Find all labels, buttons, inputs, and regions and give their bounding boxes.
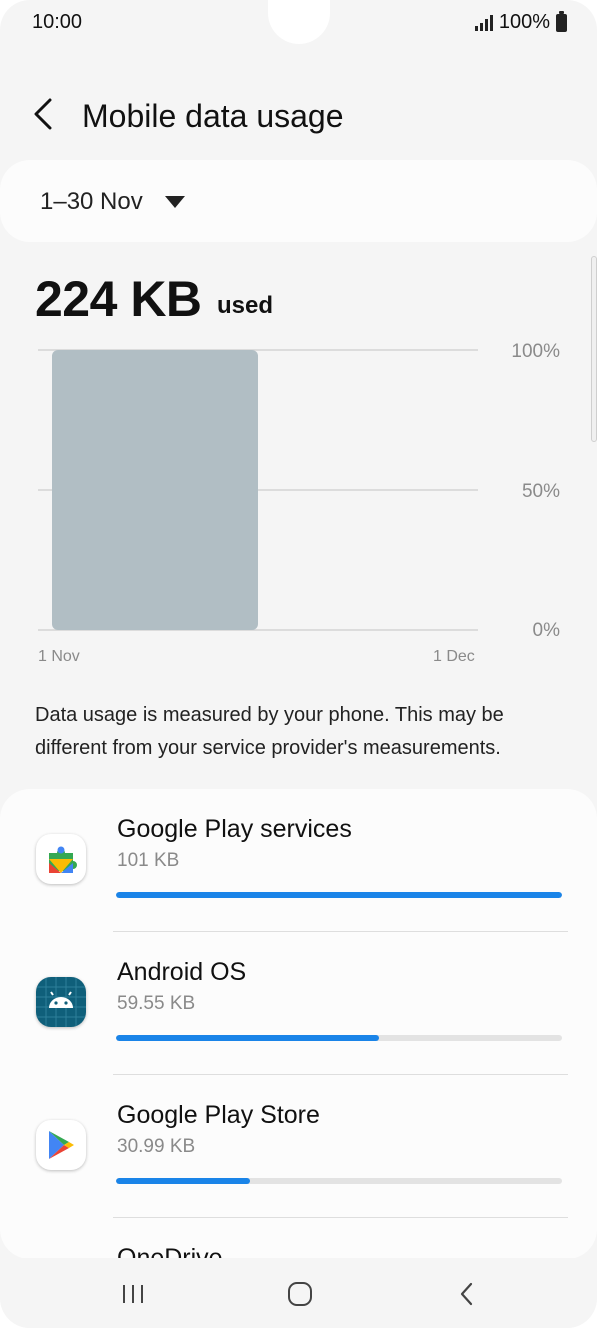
nav-back-icon bbox=[460, 1282, 473, 1306]
nav-back-button[interactable] bbox=[437, 1278, 497, 1310]
usage-progress-bar bbox=[116, 1178, 562, 1184]
y-tick-label: 100% bbox=[511, 341, 560, 362]
usage-unit-label: used bbox=[217, 292, 274, 319]
back-button[interactable] bbox=[28, 94, 64, 134]
signal-icon bbox=[474, 14, 493, 31]
x-tick-label: 1 Dec bbox=[433, 648, 475, 665]
list-item[interactable]: Google Play Store 30.99 KB bbox=[0, 1075, 597, 1218]
app-size: 59.55 KB bbox=[117, 993, 196, 1014]
page-title: Mobile data usage bbox=[82, 98, 344, 134]
y-tick-label: 0% bbox=[532, 620, 560, 641]
app-usage-list: Google Play services 101 KB Android OS 5… bbox=[0, 789, 597, 1259]
usage-progress-fill bbox=[116, 1178, 250, 1184]
x-tick-label: 1 Nov bbox=[38, 648, 80, 665]
battery-percent: 100% bbox=[498, 11, 550, 33]
usage-progress-bar bbox=[116, 1035, 562, 1041]
recents-button[interactable] bbox=[103, 1278, 163, 1310]
y-tick-label: 50% bbox=[521, 481, 560, 502]
status-bar: 10:00 100% bbox=[0, 0, 597, 46]
phone-screen: 10:00 100% Mobile data usage 1–30 Nov 22… bbox=[0, 0, 597, 1328]
disclaimer-text: Data usage is measured by your phone. Th… bbox=[35, 704, 504, 759]
recents-icon bbox=[123, 1285, 143, 1303]
chart-bar bbox=[52, 350, 258, 630]
google-play-services-icon bbox=[36, 834, 86, 884]
app-name: OneDrive bbox=[117, 1244, 223, 1259]
usage-progress-bar bbox=[116, 892, 562, 898]
app-name: Android OS bbox=[117, 958, 247, 986]
app-name: Google Play services bbox=[117, 815, 352, 843]
home-icon bbox=[288, 1282, 312, 1306]
battery-icon bbox=[556, 10, 567, 32]
home-button[interactable] bbox=[270, 1278, 330, 1310]
app-size: 101 KB bbox=[117, 850, 180, 871]
usage-chart: 100% 50% 0% 1 Nov 1 Dec bbox=[0, 330, 597, 680]
status-time: 10:00 bbox=[32, 11, 83, 33]
usage-amount: 224 KB bbox=[35, 271, 202, 327]
list-item[interactable]: Android OS 59.55 KB bbox=[0, 932, 597, 1075]
period-selector[interactable]: 1–30 Nov bbox=[0, 160, 597, 242]
usage-progress-fill bbox=[116, 892, 562, 898]
camera-notch bbox=[268, 0, 330, 44]
usage-progress-fill bbox=[116, 1035, 380, 1041]
navigation-bar bbox=[0, 1258, 597, 1328]
caret-down-icon bbox=[165, 196, 185, 208]
google-play-store-icon bbox=[36, 1120, 86, 1170]
android-os-icon bbox=[36, 977, 86, 1027]
list-item[interactable]: OneDrive bbox=[0, 1218, 597, 1259]
status-indicators: 100% bbox=[474, 10, 567, 34]
app-name: Google Play Store bbox=[117, 1101, 320, 1129]
back-arrow-icon bbox=[34, 98, 52, 130]
period-label: 1–30 Nov bbox=[40, 188, 143, 215]
app-header: Mobile data usage bbox=[0, 86, 597, 146]
list-item[interactable]: Google Play services 101 KB bbox=[0, 789, 597, 932]
app-size: 30.99 KB bbox=[117, 1136, 196, 1157]
